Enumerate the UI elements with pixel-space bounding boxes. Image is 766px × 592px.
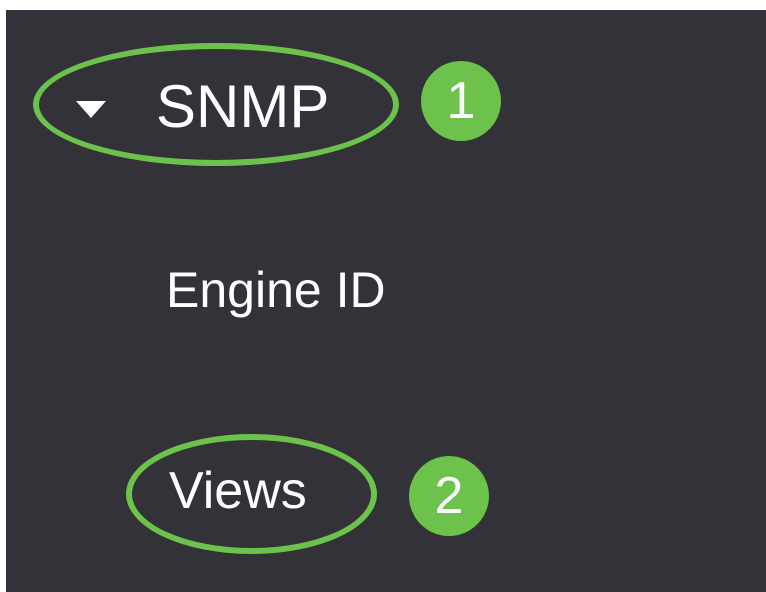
step-badge-2: 2 (409, 456, 489, 536)
sidebar-item-views[interactable]: Views (169, 465, 307, 517)
sidebar-panel: SNMP Engine ID Views 1 2 (6, 10, 766, 592)
step-badge-1: 1 (421, 61, 501, 141)
caret-down-icon[interactable] (76, 100, 106, 118)
sidebar-item-engine-id[interactable]: Engine ID (166, 265, 386, 315)
sidebar-section-label: SNMP (156, 73, 330, 140)
sidebar-section-snmp[interactable]: SNMP (76, 72, 329, 142)
